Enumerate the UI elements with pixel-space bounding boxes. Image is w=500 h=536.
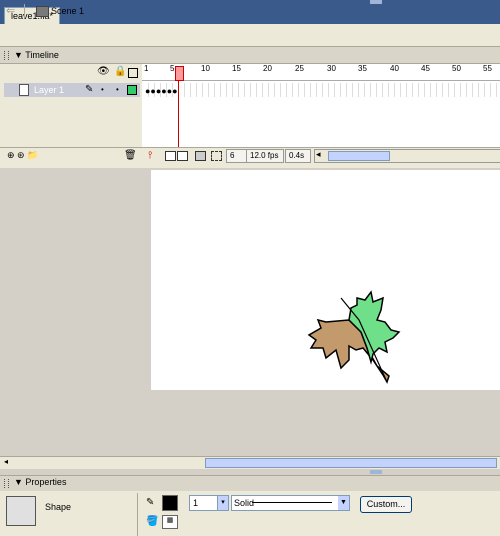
onion-skin-outlines-icon[interactable] xyxy=(177,151,188,161)
panel-collapse-grip[interactable] xyxy=(370,0,382,4)
custom-stroke-button[interactable]: Custom... xyxy=(360,496,412,513)
timeline-title-text: Timeline xyxy=(25,50,59,60)
scroll-left-arrow-icon[interactable]: ◂ xyxy=(316,149,321,160)
stroke-height-slider-button[interactable]: ▾ xyxy=(217,495,229,511)
shape-type-icon xyxy=(6,496,36,526)
edit-bar xyxy=(0,24,500,47)
timeline-title[interactable]: ▼ Timeline xyxy=(14,50,59,60)
stroke-pencil-icon: ✎ xyxy=(146,497,155,508)
stage[interactable] xyxy=(151,170,500,390)
layer-outline-color[interactable] xyxy=(127,85,137,95)
elapsed-time-field: 0.4s xyxy=(285,149,311,163)
panel-grip-icon[interactable] xyxy=(4,51,9,60)
keyframe-markers[interactable]: ●●●●●● xyxy=(145,86,178,96)
scene-clapper-icon xyxy=(36,6,49,17)
modify-markers-icon[interactable] xyxy=(211,151,222,161)
ruler-tick: 50 xyxy=(452,64,461,73)
trash-icon[interactable]: 🗑 xyxy=(124,150,137,161)
visibility-dot[interactable]: • xyxy=(101,85,104,94)
stroke-style-value: Solid xyxy=(234,498,255,508)
properties-panel-header[interactable] xyxy=(0,475,500,492)
ruler-tick: 30 xyxy=(327,64,336,73)
playhead-handle[interactable] xyxy=(175,66,184,81)
paint-bucket-icon: 🪣 xyxy=(146,516,159,527)
stroke-height-input[interactable]: 1 xyxy=(189,495,220,511)
chevron-down-icon: ▼ xyxy=(338,496,349,510)
properties-title[interactable]: ▼ Properties xyxy=(14,477,66,487)
ruler-tick: 40 xyxy=(390,64,399,73)
ruler-tick: 55 xyxy=(483,64,492,73)
layer-name[interactable]: Layer 1 xyxy=(34,85,64,95)
onion-skin-icon[interactable] xyxy=(165,151,176,161)
center-frame-icon[interactable]: ⫯ xyxy=(148,150,152,161)
eye-icon[interactable]: 👁 xyxy=(97,66,110,77)
panel-collapse-grip[interactable] xyxy=(370,470,382,474)
ruler-tick: 15 xyxy=(232,64,241,73)
stroke-style-preview xyxy=(252,502,332,503)
edit-multiple-frames-icon[interactable] xyxy=(195,151,206,161)
add-layer-icons[interactable]: ⊕ ⊛ 📁 xyxy=(7,150,38,161)
ruler-tick: 10 xyxy=(201,64,210,73)
lock-dot[interactable]: • xyxy=(116,85,119,94)
pencil-icon: ✎ xyxy=(85,84,94,95)
stage-scroll-thumb[interactable] xyxy=(205,458,497,468)
back-arrow-icon[interactable]: ⇐ xyxy=(6,4,15,17)
current-frame-field[interactable]: 6 xyxy=(226,149,248,163)
outline-toggle-icon[interactable] xyxy=(128,68,138,78)
divider xyxy=(137,493,138,536)
ruler-tick: 25 xyxy=(295,64,304,73)
frame-ruler[interactable]: 1 5 10 15 20 25 30 35 40 45 50 55 xyxy=(142,64,500,81)
panel-grip-icon[interactable] xyxy=(4,479,9,488)
ruler-tick: 5 xyxy=(170,64,175,73)
layer-icon xyxy=(19,84,29,96)
frame-rate-field[interactable]: 12.0 fps xyxy=(246,149,284,163)
scene-label[interactable]: Scene 1 xyxy=(51,6,84,16)
ruler-tick: 20 xyxy=(263,64,272,73)
stroke-style-select[interactable]: Solid ▼ xyxy=(231,495,350,511)
stroke-color-swatch[interactable] xyxy=(162,495,178,511)
ruler-tick: 1 xyxy=(144,64,149,73)
properties-title-text: Properties xyxy=(25,477,67,487)
selection-type-label: Shape xyxy=(45,502,72,512)
timeline-scroll-thumb[interactable] xyxy=(328,151,390,161)
fill-color-swatch[interactable]: ▦ xyxy=(162,515,178,529)
frame-cells[interactable] xyxy=(143,83,500,97)
scroll-left-arrow-icon[interactable]: ◂ xyxy=(4,457,8,466)
timeline-panel-header[interactable] xyxy=(0,47,500,64)
maple-leaf-shape[interactable] xyxy=(151,170,500,390)
divider xyxy=(24,4,25,18)
ruler-tick: 35 xyxy=(358,64,367,73)
ruler-tick: 45 xyxy=(421,64,430,73)
lock-icon[interactable]: 🔒 xyxy=(114,66,126,77)
